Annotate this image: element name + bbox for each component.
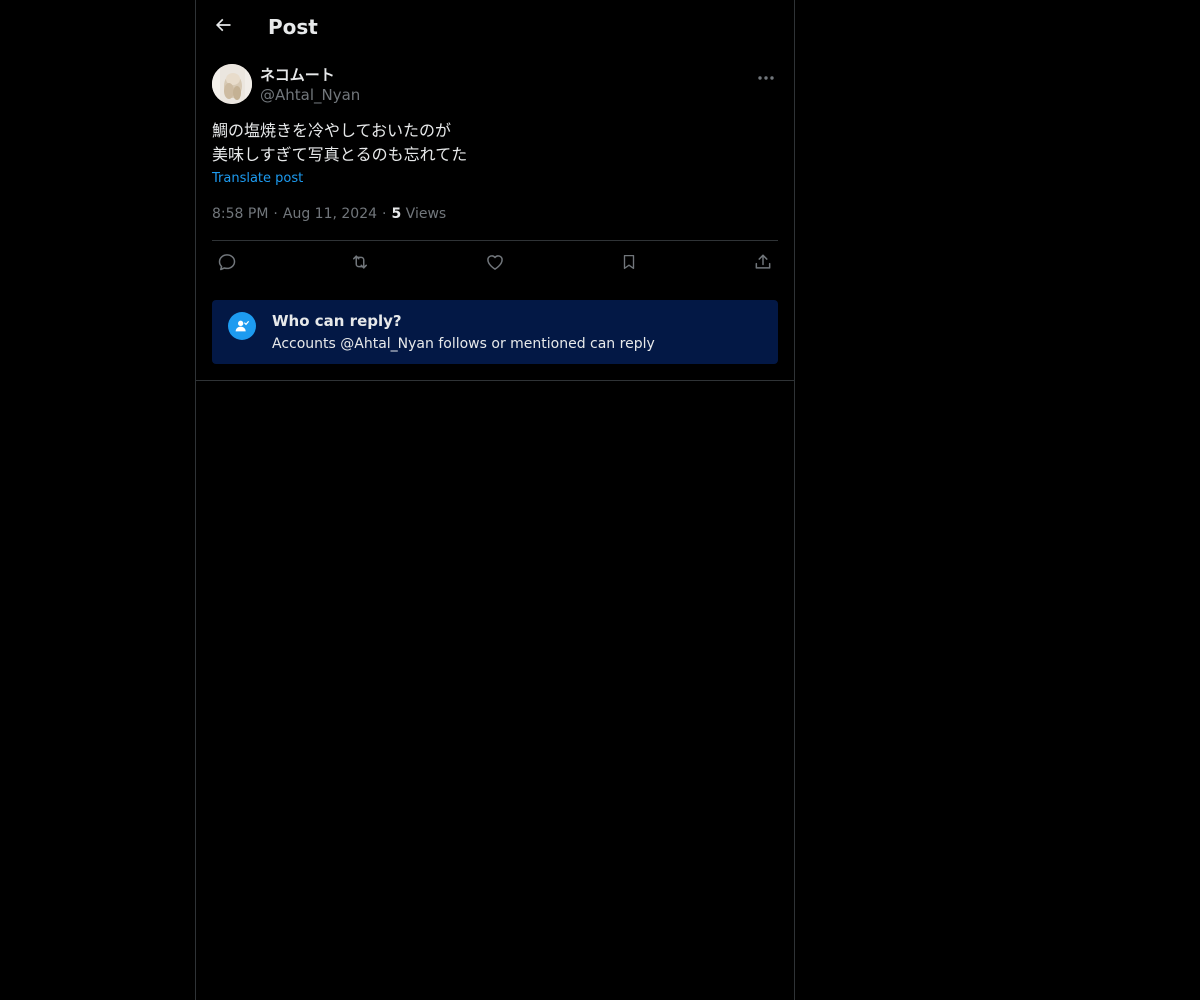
post-meta: 8:58 PM · Aug 11, 2024 · 5 Views <box>212 204 446 224</box>
arrow-left-icon <box>213 15 233 39</box>
author-handle[interactable]: @Ahtal_Nyan <box>260 85 360 105</box>
divider <box>212 240 778 241</box>
main-column: Post ネコムート @Ahtal_Nyan 鯛の塩焼きを冷やしておいたのが 美… <box>195 0 795 1000</box>
reply-restriction-title: Who can reply? <box>272 312 402 330</box>
bookmark-icon <box>620 252 638 276</box>
more-options-button[interactable] <box>754 64 778 86</box>
repost-button[interactable] <box>345 252 375 276</box>
share-icon <box>753 252 773 276</box>
meta-separator: · <box>382 206 387 222</box>
like-button[interactable] <box>480 252 510 276</box>
post-bottom-border <box>196 380 794 381</box>
post-actions <box>212 252 778 276</box>
bookmark-button[interactable] <box>614 252 644 276</box>
post-time[interactable]: 8:58 PM <box>212 206 268 222</box>
reply-restriction-notice: Who can reply? Accounts @Ahtal_Nyan foll… <box>212 300 778 364</box>
share-button[interactable] <box>748 252 778 276</box>
back-button[interactable] <box>206 10 240 44</box>
views-label: Views <box>405 206 447 222</box>
author-display-name[interactable]: ネコムート <box>260 65 335 85</box>
avatar[interactable] <box>212 64 252 104</box>
reply-restriction-description: Accounts @Ahtal_Nyan follows or mentione… <box>272 336 655 352</box>
post-text: 鯛の塩焼きを冷やしておいたのが 美味しすぎて写真とるのも忘れてた <box>212 119 778 167</box>
reply-icon <box>217 252 237 276</box>
post-date[interactable]: Aug 11, 2024 <box>283 206 377 222</box>
translate-post-link[interactable]: Translate post <box>212 170 303 188</box>
top-bar: Post <box>196 0 794 54</box>
repost-icon <box>349 252 371 276</box>
reply-button[interactable] <box>212 252 242 276</box>
like-icon <box>485 252 505 276</box>
person-check-icon <box>228 312 256 340</box>
more-icon <box>757 66 775 85</box>
post-text-line: 鯛の塩焼きを冷やしておいたのが <box>212 121 452 140</box>
views-count: 5 <box>391 206 402 222</box>
page-title: Post <box>268 15 318 39</box>
meta-separator: · <box>273 206 278 222</box>
post-text-line: 美味しすぎて写真とるのも忘れてた <box>212 145 468 164</box>
